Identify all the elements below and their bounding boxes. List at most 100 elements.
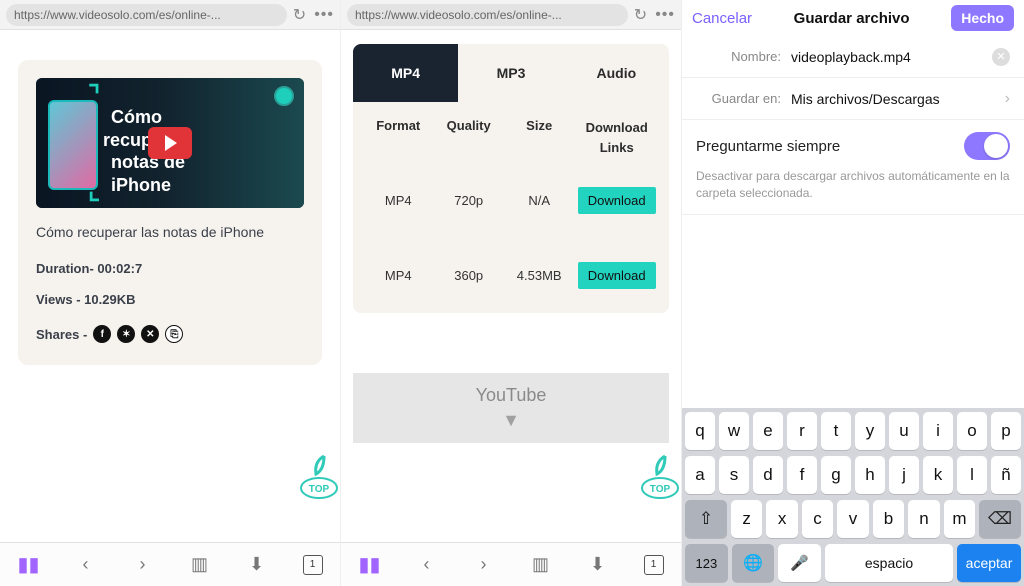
tabs-button[interactable]: 1 bbox=[303, 555, 323, 575]
tabs-button[interactable]: 1 bbox=[644, 555, 664, 575]
folder-icon[interactable]: ▮▮ bbox=[359, 554, 381, 576]
key-u[interactable]: u bbox=[889, 412, 919, 450]
video-card: ⌝ ⌞ Cómo recuperar notas de iPhone Cómo … bbox=[18, 60, 322, 365]
key-q[interactable]: q bbox=[685, 412, 715, 450]
done-button[interactable]: Hecho bbox=[951, 5, 1014, 31]
numbers-key[interactable]: 123 bbox=[685, 544, 728, 582]
share-row: Shares - f ✶ ✕ ⎘ bbox=[36, 325, 304, 343]
key-b[interactable]: b bbox=[873, 500, 904, 538]
more-icon[interactable]: ••• bbox=[655, 6, 675, 24]
cancel-button[interactable]: Cancelar bbox=[692, 10, 752, 27]
space-key[interactable]: espacio bbox=[825, 544, 953, 582]
download-icon[interactable]: ⬇︎ bbox=[246, 554, 268, 576]
key-e[interactable]: e bbox=[753, 412, 783, 450]
reddit-icon[interactable]: ✶ bbox=[117, 325, 135, 343]
backspace-key[interactable]: ⌫ bbox=[979, 500, 1021, 538]
key-h[interactable]: h bbox=[855, 456, 885, 494]
key-v[interactable]: v bbox=[837, 500, 868, 538]
key-d[interactable]: d bbox=[753, 456, 783, 494]
download-card: MP4 MP3 Audio Format Quality Size Downlo… bbox=[353, 44, 669, 313]
key-a[interactable]: a bbox=[685, 456, 715, 494]
key-i[interactable]: i bbox=[923, 412, 953, 450]
key-ñ[interactable]: ñ bbox=[991, 456, 1021, 494]
download-button[interactable]: Download bbox=[578, 187, 656, 214]
key-p[interactable]: p bbox=[991, 412, 1021, 450]
video-thumbnail[interactable]: ⌝ ⌞ Cómo recuperar notas de iPhone bbox=[36, 78, 304, 208]
twitter-icon[interactable]: ✕ bbox=[141, 325, 159, 343]
key-k[interactable]: k bbox=[923, 456, 953, 494]
ask-always-row: Preguntarme siempre bbox=[682, 120, 1024, 168]
filename-label: Nombre: bbox=[696, 49, 781, 64]
key-f[interactable]: f bbox=[787, 456, 817, 494]
filename-row: Nombre: videoplayback.mp4 ✕ bbox=[682, 36, 1024, 78]
location-label: Guardar en: bbox=[696, 91, 781, 106]
facebook-icon[interactable]: f bbox=[93, 325, 111, 343]
link-icon[interactable]: ⎘ bbox=[165, 325, 183, 343]
reader-icon[interactable]: ▥ bbox=[530, 554, 552, 576]
refresh-icon[interactable]: ↻ bbox=[634, 5, 647, 25]
ask-always-toggle[interactable] bbox=[964, 132, 1010, 160]
key-g[interactable]: g bbox=[821, 456, 851, 494]
tab-audio[interactable]: Audio bbox=[564, 44, 669, 102]
back-icon[interactable]: ‹ bbox=[416, 554, 438, 576]
brand-badge-icon bbox=[274, 86, 294, 106]
key-t[interactable]: t bbox=[821, 412, 851, 450]
scroll-top-icon[interactable]: TOP bbox=[294, 452, 340, 502]
format-tabs: MP4 MP3 Audio bbox=[353, 44, 669, 102]
location-value: Mis archivos/Descargas bbox=[791, 91, 999, 107]
keyboard: qwertyuiop asdfghjklñ ⇧ zxcvbnm ⌫ 123 🌐 … bbox=[682, 408, 1024, 586]
tab-mp3[interactable]: MP3 bbox=[458, 44, 563, 102]
play-icon[interactable] bbox=[148, 127, 192, 159]
url-field[interactable]: https://www.videosolo.com/es/online-... bbox=[347, 4, 628, 26]
tab-mp4[interactable]: MP4 bbox=[353, 44, 458, 102]
youtube-selector[interactable]: YouTube ▼ bbox=[353, 373, 669, 443]
hint-text: Desactivar para descargar archivos autom… bbox=[682, 168, 1024, 215]
key-o[interactable]: o bbox=[957, 412, 987, 450]
shift-key[interactable]: ⇧ bbox=[685, 500, 727, 538]
forward-icon[interactable]: › bbox=[132, 554, 154, 576]
key-m[interactable]: m bbox=[944, 500, 975, 538]
address-bar: https://www.videosolo.com/es/online-... … bbox=[0, 0, 340, 30]
forward-icon[interactable]: › bbox=[473, 554, 495, 576]
mic-key[interactable]: 🎤 bbox=[778, 544, 821, 582]
refresh-icon[interactable]: ↻ bbox=[293, 5, 306, 25]
key-n[interactable]: n bbox=[908, 500, 939, 538]
sheet-title: Guardar archivo bbox=[794, 10, 910, 27]
video-duration: Duration- 00:02:7 bbox=[36, 261, 304, 276]
toggle-label: Preguntarme siempre bbox=[696, 138, 840, 155]
key-c[interactable]: c bbox=[802, 500, 833, 538]
chevron-right-icon: › bbox=[1005, 90, 1010, 108]
key-y[interactable]: y bbox=[855, 412, 885, 450]
key-x[interactable]: x bbox=[766, 500, 797, 538]
reader-icon[interactable]: ▥ bbox=[189, 554, 211, 576]
table-header: Format Quality Size DownloadLinks bbox=[353, 102, 669, 163]
chevron-down-icon: ▼ bbox=[502, 410, 520, 431]
more-icon[interactable]: ••• bbox=[314, 6, 334, 24]
table-row: MP4 720p N/A Download bbox=[353, 163, 669, 238]
folder-icon[interactable]: ▮▮ bbox=[18, 554, 40, 576]
table-row: MP4 360p 4.53MB Download bbox=[353, 238, 669, 313]
location-row[interactable]: Guardar en: Mis archivos/Descargas › bbox=[682, 78, 1024, 120]
svg-text:TOP: TOP bbox=[650, 484, 671, 495]
key-s[interactable]: s bbox=[719, 456, 749, 494]
video-views: Views - 10.29KB bbox=[36, 292, 304, 307]
key-w[interactable]: w bbox=[719, 412, 749, 450]
accept-key[interactable]: aceptar bbox=[957, 544, 1021, 582]
download-button[interactable]: Download bbox=[578, 262, 656, 289]
bottom-toolbar: ▮▮ ‹ › ▥ ⬇︎ 1 bbox=[341, 542, 681, 586]
download-icon[interactable]: ⬇︎ bbox=[587, 554, 609, 576]
globe-key[interactable]: 🌐 bbox=[732, 544, 775, 582]
key-r[interactable]: r bbox=[787, 412, 817, 450]
key-l[interactable]: l bbox=[957, 456, 987, 494]
key-z[interactable]: z bbox=[731, 500, 762, 538]
svg-text:TOP: TOP bbox=[309, 484, 330, 495]
sheet-header: Cancelar Guardar archivo Hecho bbox=[682, 0, 1024, 36]
filename-input[interactable]: videoplayback.mp4 bbox=[791, 49, 992, 65]
url-field[interactable]: https://www.videosolo.com/es/online-... bbox=[6, 4, 287, 26]
back-icon[interactable]: ‹ bbox=[75, 554, 97, 576]
clear-icon[interactable]: ✕ bbox=[992, 48, 1010, 66]
key-j[interactable]: j bbox=[889, 456, 919, 494]
bottom-toolbar: ▮▮ ‹ › ▥ ⬇︎ 1 bbox=[0, 542, 340, 586]
address-bar: https://www.videosolo.com/es/online-... … bbox=[341, 0, 681, 30]
scroll-top-icon[interactable]: TOP bbox=[635, 452, 681, 502]
